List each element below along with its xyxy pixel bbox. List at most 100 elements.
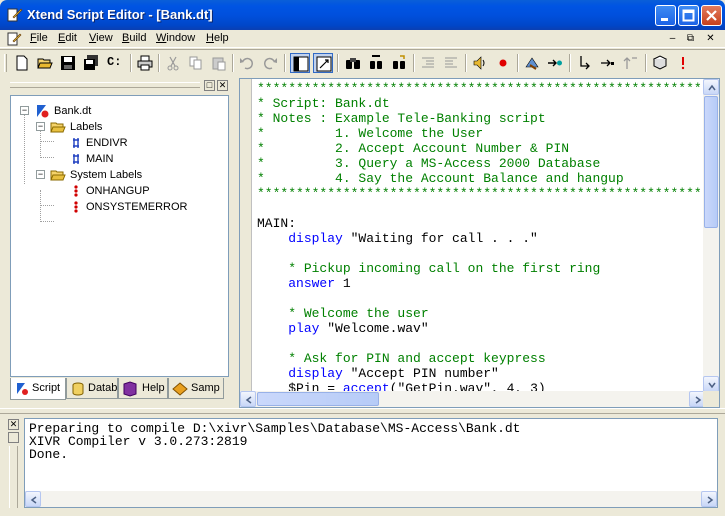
undo-icon[interactable]: [237, 53, 257, 73]
copy-icon[interactable]: [186, 53, 206, 73]
code-line[interactable]: * Pickup incoming call on the first ring: [257, 261, 706, 276]
tab-database[interactable]: Datab: [66, 378, 118, 399]
print-icon[interactable]: [135, 53, 155, 73]
speaker-icon[interactable]: [470, 53, 490, 73]
panel-grip[interactable]: [10, 82, 200, 88]
code-line[interactable]: * 3. Query a MS-Access 2000 Database: [257, 156, 706, 171]
tab-help[interactable]: Help: [118, 378, 168, 399]
code-line[interactable]: * 1. Welcome the User: [257, 126, 706, 141]
scroll-right-icon[interactable]: [701, 491, 717, 507]
tab-samples-label: Samp: [191, 382, 220, 394]
toggle-output-icon[interactable]: [313, 53, 333, 73]
editor-gutter[interactable]: [240, 79, 252, 392]
menu-file[interactable]: File: [30, 32, 48, 44]
output-maximize-icon[interactable]: [8, 432, 19, 443]
code-line[interactable]: display "Waiting for call . . .": [257, 231, 706, 246]
open-folder-icon[interactable]: [35, 53, 55, 73]
step-into-icon[interactable]: [575, 53, 595, 73]
code-area[interactable]: ****************************************…: [257, 81, 706, 392]
compile-icon[interactable]: [522, 53, 542, 73]
mdi-restore-icon[interactable]: ⧉: [683, 32, 698, 46]
step-out-icon[interactable]: [621, 53, 641, 73]
scroll-left-icon[interactable]: [25, 491, 41, 507]
output-window[interactable]: Preparing to compile D:\xivr\Samples\Dat…: [24, 418, 718, 508]
save-icon[interactable]: [58, 53, 78, 73]
menu-view[interactable]: View: [89, 32, 113, 44]
outdent-icon[interactable]: [441, 53, 461, 73]
scroll-down-icon[interactable]: [703, 376, 719, 392]
collapse-icon[interactable]: −: [36, 122, 45, 131]
toggle-workspace-icon[interactable]: [290, 53, 310, 73]
document-icon[interactable]: [6, 31, 22, 47]
breakpoint-icon[interactable]: [493, 53, 513, 73]
mdi-close-icon[interactable]: ✕: [703, 32, 718, 46]
vertical-scroll-thumb[interactable]: [704, 96, 718, 228]
cut-icon[interactable]: [163, 53, 183, 73]
step-over-icon[interactable]: [598, 53, 618, 73]
code-line[interactable]: [257, 246, 706, 261]
code-editor[interactable]: ****************************************…: [239, 78, 720, 408]
tab-script[interactable]: Script: [10, 378, 66, 400]
app-icon[interactable]: [7, 7, 23, 23]
output-horizontal-scrollbar[interactable]: [25, 491, 717, 507]
code-line[interactable]: [257, 291, 706, 306]
mdi-minimize-icon[interactable]: –: [665, 32, 680, 46]
menu-window[interactable]: Window: [156, 32, 195, 44]
tree-node-label-main[interactable]: MAIN: [14, 151, 214, 167]
menu-edit[interactable]: Edit: [58, 32, 77, 44]
scroll-up-icon[interactable]: [703, 79, 719, 95]
code-line[interactable]: * Welcome the user: [257, 306, 706, 321]
title-bar[interactable]: Xtend Script Editor - [Bank.dt]: [0, 0, 725, 30]
run-icon[interactable]: [545, 53, 565, 73]
replace-icon[interactable]: [389, 53, 409, 73]
redo-icon[interactable]: [260, 53, 280, 73]
code-line[interactable]: ****************************************…: [257, 186, 706, 201]
tree-node-system-labels[interactable]: − System Labels: [14, 167, 214, 183]
panel-close-icon[interactable]: ✕: [217, 80, 228, 91]
tab-samples[interactable]: Samp: [168, 378, 224, 399]
code-line[interactable]: MAIN:: [257, 216, 706, 231]
code-line[interactable]: play "Welcome.wav": [257, 321, 706, 336]
new-file-icon[interactable]: [12, 53, 32, 73]
collapse-icon[interactable]: −: [20, 106, 29, 115]
tree-node-onhangup[interactable]: ONHANGUP: [14, 183, 214, 199]
tree-node-root[interactable]: − Bank.dt: [14, 103, 214, 119]
horizontal-scroll-thumb[interactable]: [257, 392, 379, 406]
code-line[interactable]: * 2. Accept Account Number & PIN: [257, 141, 706, 156]
change-drive-button[interactable]: C:: [107, 55, 121, 69]
find-next-icon[interactable]: [366, 53, 386, 73]
paste-icon[interactable]: [209, 53, 229, 73]
script-tree[interactable]: − Bank.dt − Labels ENDIVR MAIN − System …: [10, 95, 229, 377]
code-line[interactable]: ****************************************…: [257, 81, 706, 96]
horizontal-scrollbar[interactable]: [240, 391, 705, 407]
context-help-icon[interactable]: [673, 53, 693, 73]
output-grip[interactable]: [9, 446, 18, 508]
code-line[interactable]: [257, 201, 706, 216]
vertical-scrollbar[interactable]: [703, 79, 719, 392]
menu-help[interactable]: Help: [206, 32, 229, 44]
save-all-icon[interactable]: [81, 53, 101, 73]
tree-node-onsystemerror[interactable]: ONSYSTEMERROR: [14, 199, 214, 215]
panel-maximize-icon[interactable]: □: [204, 80, 215, 91]
tree-label-item: ENDIVR: [86, 137, 128, 149]
collapse-icon[interactable]: −: [36, 170, 45, 179]
code-line[interactable]: answer 1: [257, 276, 706, 291]
maximize-button[interactable]: [678, 5, 699, 26]
code-line[interactable]: * Ask for PIN and accept keypress: [257, 351, 706, 366]
close-button[interactable]: [701, 5, 722, 26]
tree-node-label-endivr[interactable]: ENDIVR: [14, 135, 214, 151]
toolbar-grip[interactable]: [4, 54, 7, 72]
help-book-icon[interactable]: [650, 53, 670, 73]
tree-node-labels[interactable]: − Labels: [14, 119, 214, 135]
indent-icon[interactable]: [418, 53, 438, 73]
code-line[interactable]: [257, 336, 706, 351]
menu-build[interactable]: Build: [122, 32, 146, 44]
output-close-icon[interactable]: ✕: [8, 419, 19, 430]
find-icon[interactable]: [343, 53, 363, 73]
code-line[interactable]: * Script: Bank.dt: [257, 96, 706, 111]
code-line[interactable]: * 4. Say the Account Balance and hangup: [257, 171, 706, 186]
code-line[interactable]: display "Accept PIN number": [257, 366, 706, 381]
minimize-button[interactable]: [655, 5, 676, 26]
code-line[interactable]: * Notes : Example Tele-Banking script: [257, 111, 706, 126]
scroll-left-icon[interactable]: [240, 391, 256, 407]
